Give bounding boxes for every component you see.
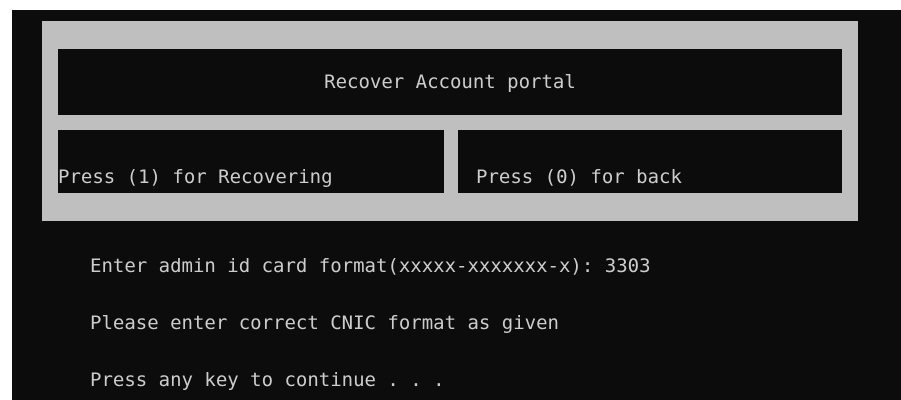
console-window[interactable]: Recover Account portal Press (1) for Rec… xyxy=(12,10,901,400)
option-back-label: Press (0) for back xyxy=(476,166,682,188)
menu-title: Recover Account portal xyxy=(58,49,842,115)
option-back: Press (0) for back xyxy=(458,130,842,193)
menu-frame: Recover Account portal Press (1) for Rec… xyxy=(42,21,858,221)
continue-prompt: Press any key to continue . . . xyxy=(90,369,445,391)
option-recover: Press (1) for Recovering xyxy=(58,130,444,193)
option-recover-label: Press (1) for Recovering xyxy=(58,166,333,188)
format-error-message: Please enter correct CNIC format as give… xyxy=(90,312,559,334)
id-card-prompt: Enter admin id card format(xxxxx-xxxxxxx… xyxy=(90,255,651,277)
